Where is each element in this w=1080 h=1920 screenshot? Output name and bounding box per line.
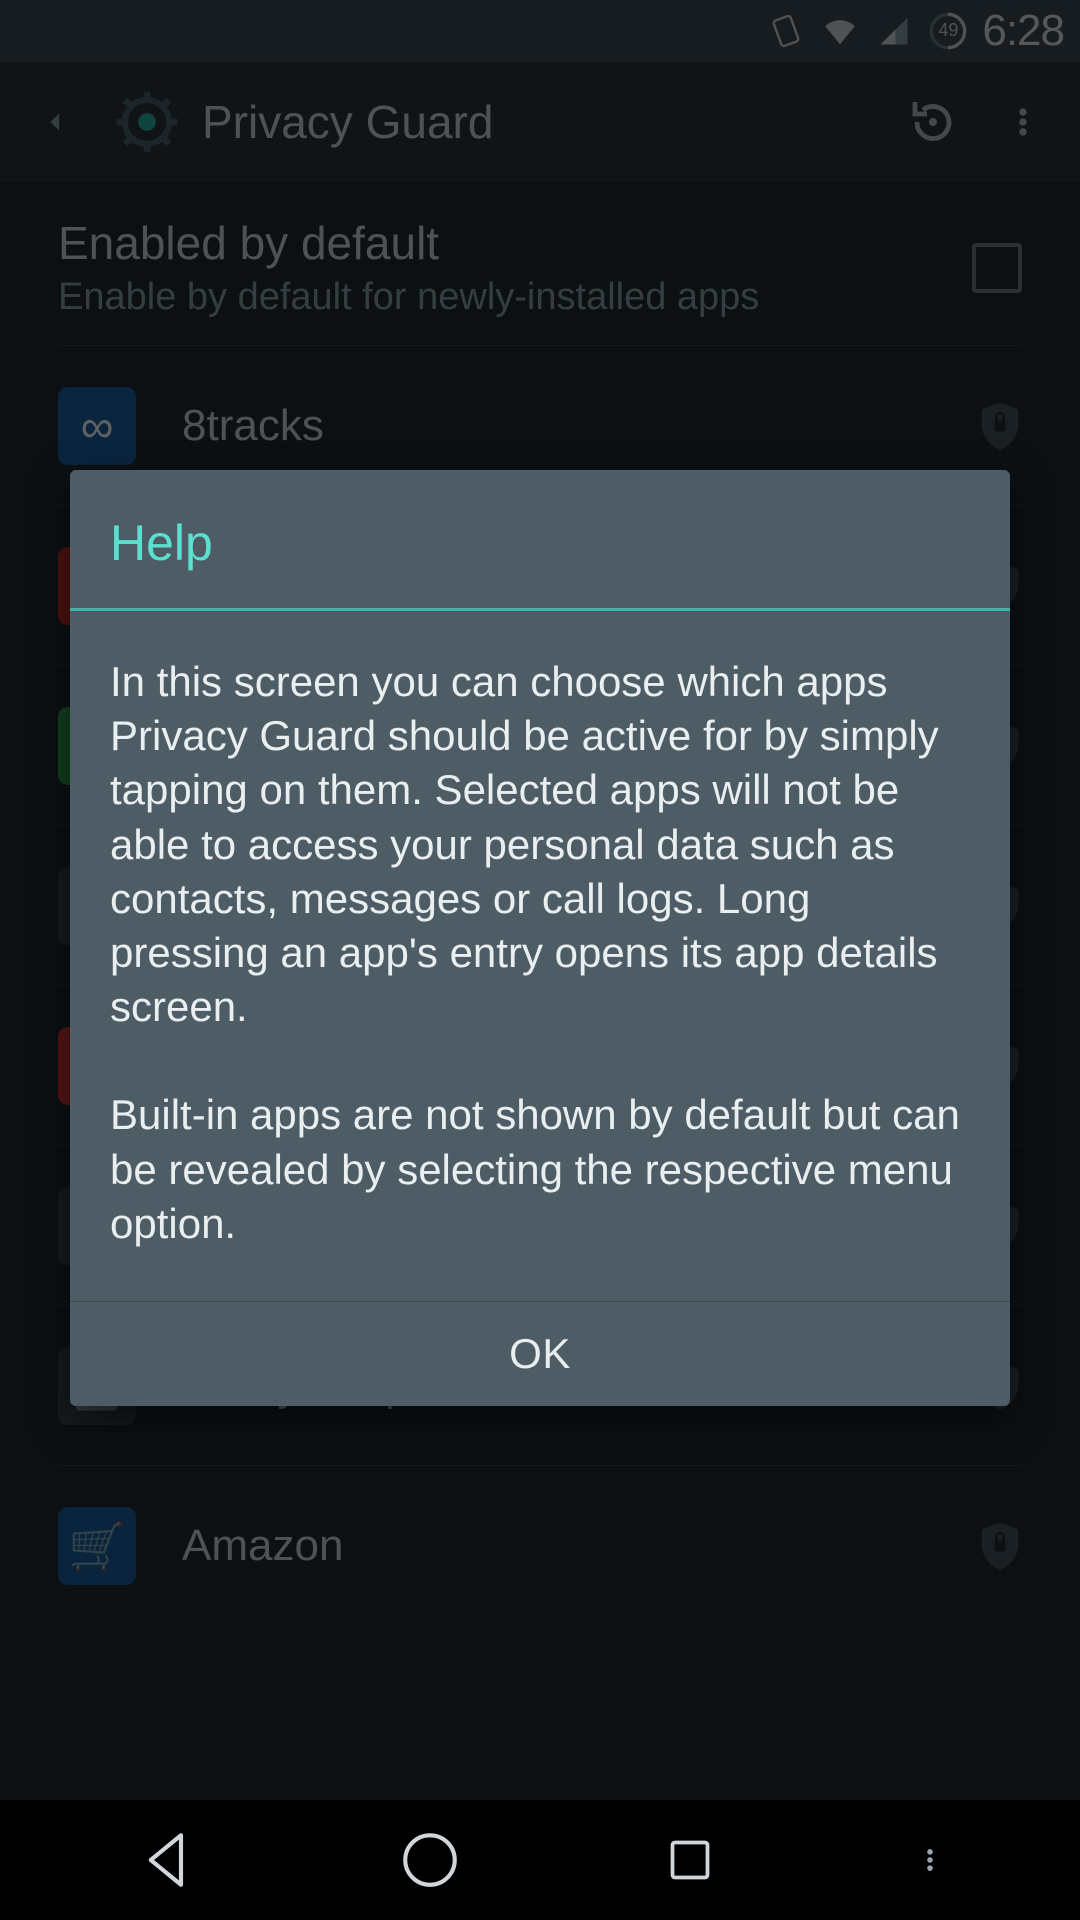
home-icon[interactable] <box>385 1815 475 1905</box>
nav-overflow-icon[interactable] <box>905 1815 955 1905</box>
dialog-body: In this screen you can choose which apps… <box>70 611 1010 1302</box>
help-dialog: Help In this screen you can choose which… <box>70 470 1010 1406</box>
dialog-title: Help <box>70 470 1010 611</box>
system-nav-bar <box>0 1800 1080 1920</box>
back-icon[interactable] <box>125 1815 215 1905</box>
dialog-ok-button[interactable]: OK <box>70 1302 1010 1406</box>
recents-icon[interactable] <box>645 1815 735 1905</box>
